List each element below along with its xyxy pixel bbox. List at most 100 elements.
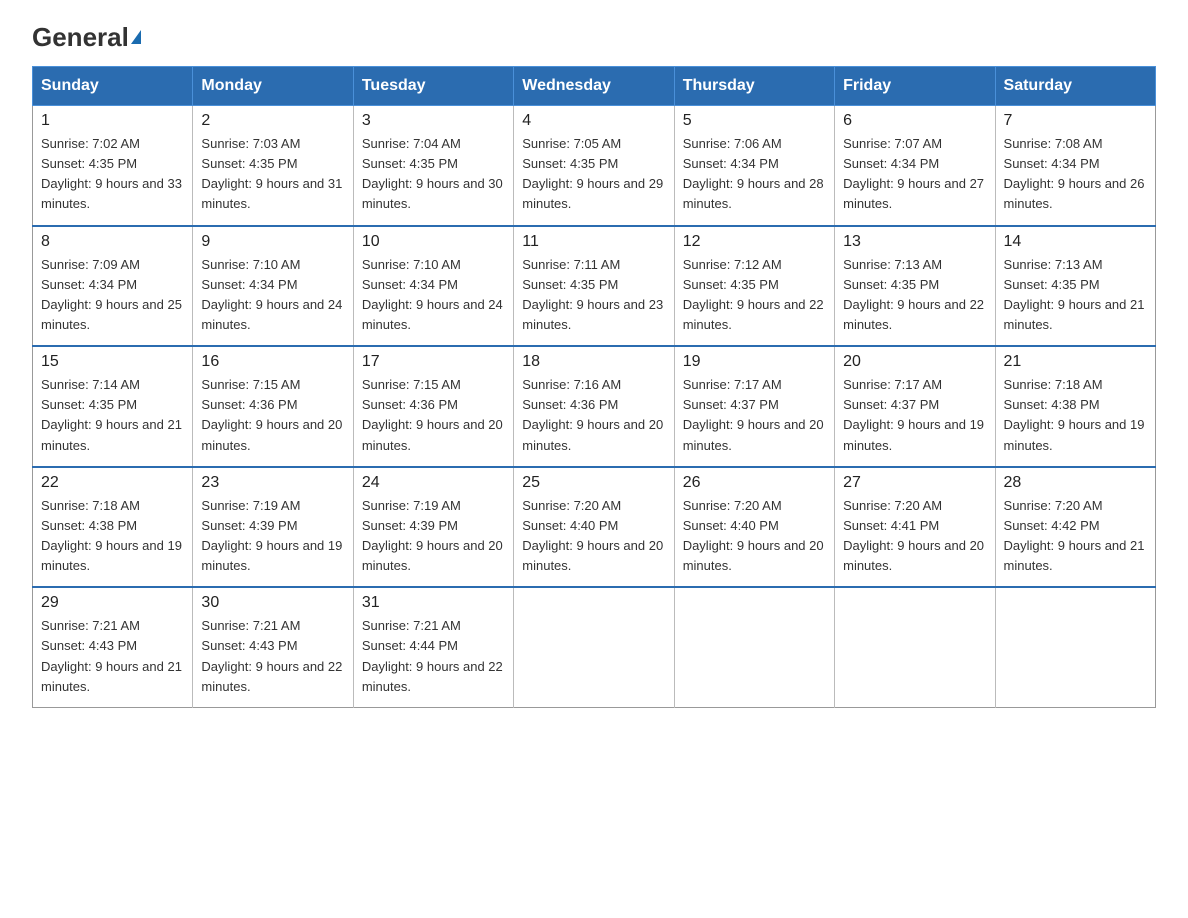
day-number: 19 <box>683 353 826 371</box>
calendar-day-cell: 1 Sunrise: 7:02 AM Sunset: 4:35 PM Dayli… <box>33 106 193 226</box>
calendar-day-cell: 14 Sunrise: 7:13 AM Sunset: 4:35 PM Dayl… <box>995 226 1155 347</box>
day-number: 26 <box>683 474 826 492</box>
calendar-day-cell: 3 Sunrise: 7:04 AM Sunset: 4:35 PM Dayli… <box>353 106 513 226</box>
day-info: Sunrise: 7:19 AM Sunset: 4:39 PM Dayligh… <box>362 496 505 577</box>
calendar-day-cell: 8 Sunrise: 7:09 AM Sunset: 4:34 PM Dayli… <box>33 226 193 347</box>
calendar-day-cell: 20 Sunrise: 7:17 AM Sunset: 4:37 PM Dayl… <box>835 346 995 467</box>
day-info: Sunrise: 7:20 AM Sunset: 4:40 PM Dayligh… <box>683 496 826 577</box>
day-number: 10 <box>362 233 505 251</box>
calendar-day-cell: 21 Sunrise: 7:18 AM Sunset: 4:38 PM Dayl… <box>995 346 1155 467</box>
page-header: General <box>32 24 1156 50</box>
calendar-day-cell: 17 Sunrise: 7:15 AM Sunset: 4:36 PM Dayl… <box>353 346 513 467</box>
day-number: 13 <box>843 233 986 251</box>
calendar-day-cell: 29 Sunrise: 7:21 AM Sunset: 4:43 PM Dayl… <box>33 587 193 707</box>
calendar-day-cell: 23 Sunrise: 7:19 AM Sunset: 4:39 PM Dayl… <box>193 467 353 588</box>
calendar-day-cell: 31 Sunrise: 7:21 AM Sunset: 4:44 PM Dayl… <box>353 587 513 707</box>
day-number: 5 <box>683 112 826 130</box>
day-info: Sunrise: 7:04 AM Sunset: 4:35 PM Dayligh… <box>362 134 505 215</box>
day-info: Sunrise: 7:08 AM Sunset: 4:34 PM Dayligh… <box>1004 134 1147 215</box>
day-info: Sunrise: 7:21 AM Sunset: 4:44 PM Dayligh… <box>362 616 505 697</box>
day-info: Sunrise: 7:05 AM Sunset: 4:35 PM Dayligh… <box>522 134 665 215</box>
day-info: Sunrise: 7:13 AM Sunset: 4:35 PM Dayligh… <box>843 255 986 336</box>
day-info: Sunrise: 7:09 AM Sunset: 4:34 PM Dayligh… <box>41 255 184 336</box>
calendar-day-cell: 4 Sunrise: 7:05 AM Sunset: 4:35 PM Dayli… <box>514 106 674 226</box>
calendar-week-row: 8 Sunrise: 7:09 AM Sunset: 4:34 PM Dayli… <box>33 226 1156 347</box>
day-number: 24 <box>362 474 505 492</box>
calendar-day-cell: 26 Sunrise: 7:20 AM Sunset: 4:40 PM Dayl… <box>674 467 834 588</box>
calendar-day-cell: 22 Sunrise: 7:18 AM Sunset: 4:38 PM Dayl… <box>33 467 193 588</box>
weekday-header-friday: Friday <box>835 67 995 106</box>
calendar-week-row: 22 Sunrise: 7:18 AM Sunset: 4:38 PM Dayl… <box>33 467 1156 588</box>
day-info: Sunrise: 7:20 AM Sunset: 4:41 PM Dayligh… <box>843 496 986 577</box>
day-number: 6 <box>843 112 986 130</box>
calendar-day-cell: 7 Sunrise: 7:08 AM Sunset: 4:34 PM Dayli… <box>995 106 1155 226</box>
weekday-header-tuesday: Tuesday <box>353 67 513 106</box>
day-info: Sunrise: 7:18 AM Sunset: 4:38 PM Dayligh… <box>1004 375 1147 456</box>
day-info: Sunrise: 7:03 AM Sunset: 4:35 PM Dayligh… <box>201 134 344 215</box>
day-number: 18 <box>522 353 665 371</box>
day-number: 27 <box>843 474 986 492</box>
day-info: Sunrise: 7:15 AM Sunset: 4:36 PM Dayligh… <box>201 375 344 456</box>
calendar-day-cell: 28 Sunrise: 7:20 AM Sunset: 4:42 PM Dayl… <box>995 467 1155 588</box>
calendar-day-cell: 27 Sunrise: 7:20 AM Sunset: 4:41 PM Dayl… <box>835 467 995 588</box>
day-info: Sunrise: 7:19 AM Sunset: 4:39 PM Dayligh… <box>201 496 344 577</box>
calendar-week-row: 15 Sunrise: 7:14 AM Sunset: 4:35 PM Dayl… <box>33 346 1156 467</box>
calendar-day-cell: 10 Sunrise: 7:10 AM Sunset: 4:34 PM Dayl… <box>353 226 513 347</box>
day-number: 4 <box>522 112 665 130</box>
day-info: Sunrise: 7:21 AM Sunset: 4:43 PM Dayligh… <box>41 616 184 697</box>
day-info: Sunrise: 7:02 AM Sunset: 4:35 PM Dayligh… <box>41 134 184 215</box>
day-number: 25 <box>522 474 665 492</box>
day-number: 2 <box>201 112 344 130</box>
day-number: 8 <box>41 233 184 251</box>
day-number: 11 <box>522 233 665 251</box>
calendar-empty-cell <box>514 587 674 707</box>
calendar-day-cell: 11 Sunrise: 7:11 AM Sunset: 4:35 PM Dayl… <box>514 226 674 347</box>
calendar-day-cell: 2 Sunrise: 7:03 AM Sunset: 4:35 PM Dayli… <box>193 106 353 226</box>
day-number: 31 <box>362 594 505 612</box>
day-info: Sunrise: 7:20 AM Sunset: 4:40 PM Dayligh… <box>522 496 665 577</box>
day-info: Sunrise: 7:17 AM Sunset: 4:37 PM Dayligh… <box>843 375 986 456</box>
calendar-day-cell: 5 Sunrise: 7:06 AM Sunset: 4:34 PM Dayli… <box>674 106 834 226</box>
day-number: 22 <box>41 474 184 492</box>
calendar-day-cell: 18 Sunrise: 7:16 AM Sunset: 4:36 PM Dayl… <box>514 346 674 467</box>
day-info: Sunrise: 7:18 AM Sunset: 4:38 PM Dayligh… <box>41 496 184 577</box>
day-number: 30 <box>201 594 344 612</box>
calendar-day-cell: 25 Sunrise: 7:20 AM Sunset: 4:40 PM Dayl… <box>514 467 674 588</box>
calendar-day-cell: 30 Sunrise: 7:21 AM Sunset: 4:43 PM Dayl… <box>193 587 353 707</box>
day-info: Sunrise: 7:10 AM Sunset: 4:34 PM Dayligh… <box>201 255 344 336</box>
logo: General <box>32 24 141 50</box>
day-number: 28 <box>1004 474 1147 492</box>
day-number: 9 <box>201 233 344 251</box>
day-number: 7 <box>1004 112 1147 130</box>
calendar-table: SundayMondayTuesdayWednesdayThursdayFrid… <box>32 66 1156 708</box>
calendar-week-row: 29 Sunrise: 7:21 AM Sunset: 4:43 PM Dayl… <box>33 587 1156 707</box>
calendar-day-cell: 24 Sunrise: 7:19 AM Sunset: 4:39 PM Dayl… <box>353 467 513 588</box>
calendar-day-cell: 13 Sunrise: 7:13 AM Sunset: 4:35 PM Dayl… <box>835 226 995 347</box>
day-info: Sunrise: 7:15 AM Sunset: 4:36 PM Dayligh… <box>362 375 505 456</box>
day-number: 15 <box>41 353 184 371</box>
day-number: 14 <box>1004 233 1147 251</box>
day-number: 23 <box>201 474 344 492</box>
day-info: Sunrise: 7:14 AM Sunset: 4:35 PM Dayligh… <box>41 375 184 456</box>
logo-top: General <box>32 24 141 50</box>
day-number: 1 <box>41 112 184 130</box>
weekday-header-saturday: Saturday <box>995 67 1155 106</box>
weekday-header-wednesday: Wednesday <box>514 67 674 106</box>
calendar-empty-cell <box>835 587 995 707</box>
calendar-empty-cell <box>674 587 834 707</box>
day-number: 3 <box>362 112 505 130</box>
day-info: Sunrise: 7:20 AM Sunset: 4:42 PM Dayligh… <box>1004 496 1147 577</box>
day-info: Sunrise: 7:11 AM Sunset: 4:35 PM Dayligh… <box>522 255 665 336</box>
calendar-day-cell: 16 Sunrise: 7:15 AM Sunset: 4:36 PM Dayl… <box>193 346 353 467</box>
weekday-header-monday: Monday <box>193 67 353 106</box>
calendar-day-cell: 12 Sunrise: 7:12 AM Sunset: 4:35 PM Dayl… <box>674 226 834 347</box>
calendar-day-cell: 15 Sunrise: 7:14 AM Sunset: 4:35 PM Dayl… <box>33 346 193 467</box>
day-info: Sunrise: 7:12 AM Sunset: 4:35 PM Dayligh… <box>683 255 826 336</box>
day-number: 16 <box>201 353 344 371</box>
calendar-week-row: 1 Sunrise: 7:02 AM Sunset: 4:35 PM Dayli… <box>33 106 1156 226</box>
calendar-day-cell: 9 Sunrise: 7:10 AM Sunset: 4:34 PM Dayli… <box>193 226 353 347</box>
day-number: 21 <box>1004 353 1147 371</box>
logo-triangle-icon <box>131 30 141 44</box>
day-number: 20 <box>843 353 986 371</box>
day-number: 12 <box>683 233 826 251</box>
